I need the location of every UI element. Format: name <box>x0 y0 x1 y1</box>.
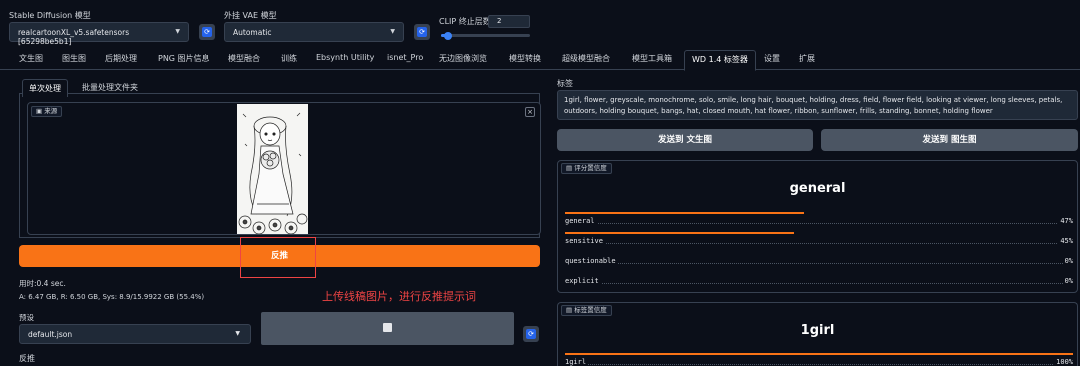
highlight-box <box>240 237 316 278</box>
send-to-txt2img-button[interactable]: 发送到 文生图 <box>557 129 813 151</box>
model-value: realcartoonXL_v5.safetensors [65298be5b1… <box>18 28 130 46</box>
tab-wd14-tagger[interactable]: WD 1.4 标签器 <box>684 50 756 71</box>
tab-merge[interactable]: 模型融合 <box>228 53 260 64</box>
tag-bar-1girl <box>565 353 1073 355</box>
model-label: Stable Diffusion 模型 <box>9 11 91 20</box>
refresh-preset-button[interactable]: ⟳ <box>523 326 539 342</box>
tab-img2img[interactable]: 图生图 <box>62 53 86 64</box>
rating-value: 0% <box>1062 257 1073 265</box>
subtab-single[interactable]: 单次处理 <box>22 79 68 97</box>
rating-value: 45% <box>1058 237 1073 245</box>
save-preset-button[interactable] <box>261 312 514 345</box>
tab-extras[interactable]: 后期处理 <box>105 53 137 64</box>
chart-icon: ▤ <box>566 164 575 172</box>
image-icon: ▣ <box>36 107 45 115</box>
clip-number-input[interactable]: 2 <box>488 15 530 28</box>
save-icon <box>383 323 392 332</box>
leader-dots <box>565 283 1073 284</box>
rating-value: 47% <box>1058 217 1073 225</box>
lineart-preview-image <box>237 104 308 234</box>
leader-dots <box>565 243 1073 244</box>
top-tag-label: 1girl <box>800 323 835 338</box>
model-dropdown[interactable]: realcartoonXL_v5.safetensors [65298be5b1… <box>9 22 189 46</box>
tag-value: 100% <box>1054 358 1073 366</box>
close-icon[interactable]: × <box>525 107 535 117</box>
tag-name: 1girl <box>565 358 589 366</box>
tab-train[interactable]: 训练 <box>281 53 297 64</box>
rating-value: 0% <box>1062 277 1073 285</box>
tab-isnet[interactable]: isnet_Pro <box>387 53 423 62</box>
rating-panel-label: ▤ 评分置信度 <box>561 163 612 174</box>
leader-dots <box>565 223 1073 224</box>
tab-png-info[interactable]: PNG 图片信息 <box>158 53 210 64</box>
tab-image-browser[interactable]: 无边图像浏览 <box>439 53 487 64</box>
lineart-illustration <box>237 104 308 234</box>
tab-ebsynth[interactable]: Ebsynth Utility <box>316 53 374 62</box>
tab-model-convert[interactable]: 模型转换 <box>509 53 541 64</box>
tab-settings[interactable]: 设置 <box>764 53 780 64</box>
chevron-down-icon: ▼ <box>235 330 240 337</box>
chevron-down-icon: ▼ <box>175 28 180 35</box>
send-to-img2img-button[interactable]: 发送到 图生图 <box>821 129 1078 151</box>
main-tabs: 文生图 图生图 后期处理 PNG 图片信息 模型融合 训练 Ebsynth Ut… <box>0 50 1080 71</box>
memory-usage: A: 6.47 GB, R: 6.50 GB, Sys: 8.9/15.9922… <box>19 293 205 301</box>
tab-super-merge[interactable]: 超级模型融合 <box>562 53 610 64</box>
rating-confidence-panel: ▤ 评分置信度 general general 47% sensitive 45% qu… <box>557 160 1078 293</box>
rating-name: explicit <box>565 277 601 285</box>
source-label-text: 来源 <box>44 107 58 115</box>
tags-output-textarea[interactable]: 1girl, flower, greyscale, monochrome, so… <box>557 90 1078 120</box>
tag-panel-label: ▤ 标签置信度 <box>561 305 612 316</box>
annotation-text: 上传线稿图片，进行反推提示词 <box>322 290 476 303</box>
clip-slider[interactable] <box>441 31 530 40</box>
refresh-icon: ⟳ <box>528 330 534 338</box>
source-image-panel[interactable]: ▣ 来源 × <box>27 102 541 235</box>
top-rating-label: general <box>789 181 846 196</box>
preset-label: 预设 <box>19 313 34 322</box>
refresh-icon: ⟳ <box>419 28 425 36</box>
interrogator-label: 反推 <box>19 354 35 363</box>
tab-txt2img[interactable]: 文生图 <box>19 53 43 64</box>
tab-model-toolkit[interactable]: 模型工具箱 <box>632 53 672 64</box>
clip-label: CLIP 终止层数 <box>439 17 491 26</box>
elapsed-time: 用时:0.4 sec. <box>19 279 66 288</box>
tag-confidence-panel: ▤ 标签置信度 1girl 1girl 100% <box>557 302 1078 366</box>
refresh-model-button[interactable]: ⟳ <box>199 24 215 40</box>
source-label: ▣ 来源 <box>31 106 63 117</box>
rating-name: questionable <box>565 257 618 265</box>
subtab-batch[interactable]: 批量处理文件夹 <box>82 82 138 93</box>
leader-dots <box>565 364 1073 365</box>
settings-bar: Stable Diffusion 模型 realcartoonXL_v5.saf… <box>0 0 1080 46</box>
leader-dots <box>565 263 1073 264</box>
vae-value: Automatic <box>233 28 272 37</box>
preset-value: default.json <box>28 330 73 339</box>
subtab-divider <box>19 93 540 94</box>
rating-name: general <box>565 217 597 225</box>
rating-name: sensitive <box>565 237 605 245</box>
preset-dropdown[interactable]: default.json ▼ <box>19 324 251 344</box>
tab-extensions[interactable]: 扩展 <box>799 53 815 64</box>
refresh-icon: ⟳ <box>204 28 210 36</box>
rating-bar-sensitive <box>565 232 794 234</box>
tags-label: 标签 <box>557 79 573 88</box>
rating-bar-general <box>565 212 804 214</box>
chart-icon: ▤ <box>566 306 575 314</box>
vae-dropdown[interactable]: Automatic ▼ <box>224 22 404 42</box>
chevron-down-icon: ▼ <box>390 28 395 35</box>
vae-label: 外挂 VAE 模型 <box>224 11 277 20</box>
clip-slider-thumb[interactable] <box>444 31 453 40</box>
refresh-vae-button[interactable]: ⟳ <box>414 24 430 40</box>
